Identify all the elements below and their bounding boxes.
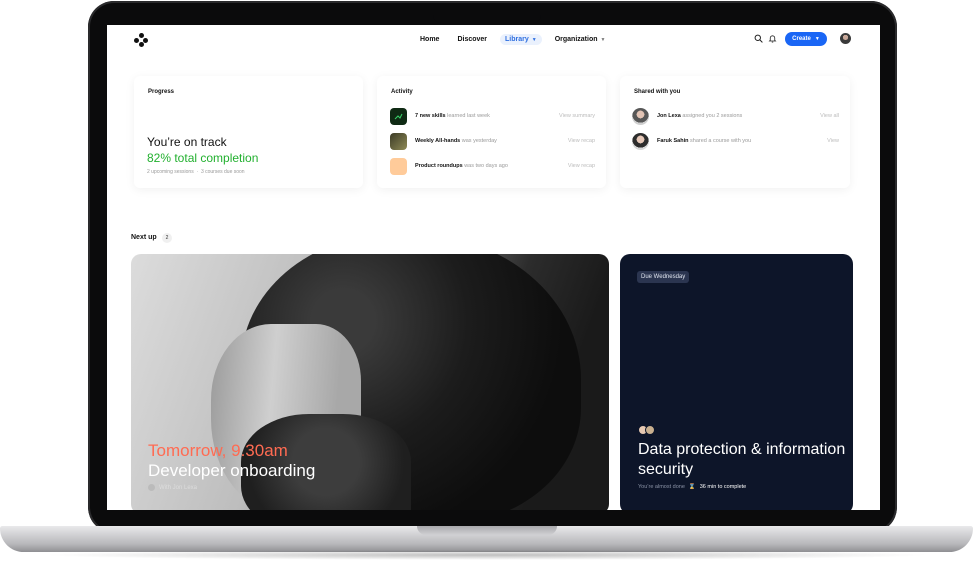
list-item[interactable]: Jon Lexa assigned you 2 sessions View al…: [632, 107, 839, 125]
progress-subtext: 2 upcoming sessions · 3 courses due soon: [147, 169, 245, 175]
avatar: [632, 132, 649, 150]
shared-text: Jon Lexa assigned you 2 sessions: [657, 113, 820, 119]
view-summary-link[interactable]: View summary: [559, 113, 595, 119]
avatar: [148, 484, 155, 491]
nav-library-label: Library: [505, 36, 529, 43]
shared-name: Faruk Sahin: [657, 138, 689, 144]
chevron-down-icon: ▼: [814, 36, 820, 42]
laptop-shadow: [40, 550, 933, 560]
create-button[interactable]: Create ▼: [785, 32, 827, 46]
next-up-count-badge: 2: [162, 233, 172, 243]
activity-strong: Product roundups: [415, 163, 463, 169]
list-item[interactable]: Faruk Sahin shared a course with you Vie…: [632, 132, 839, 150]
roundups-thumbnail: [390, 157, 407, 175]
nav-organization-label: Organization: [554, 36, 598, 43]
all-hands-thumbnail: [390, 132, 407, 150]
list-item[interactable]: 7 new skills learned last week View summ…: [390, 107, 595, 125]
course-card[interactable]: Due Wednesday Data protection & informat…: [620, 254, 853, 510]
bell-icon[interactable]: [768, 34, 777, 43]
nav-discover-label: Discover: [457, 36, 488, 43]
progress-completion: 82% total completion: [147, 151, 259, 165]
activity-text: Product roundups was two days ago: [415, 163, 568, 169]
session-host-label: With Jon Lexa: [159, 484, 198, 491]
list-item[interactable]: Product roundups was two days ago View r…: [390, 157, 595, 175]
course-time-left: 36 min to complete: [699, 484, 747, 490]
search-icon[interactable]: [754, 34, 763, 43]
laptop-base-notch: [417, 526, 557, 535]
skills-thumbnail: [390, 107, 407, 125]
session-host: With Jon Lexa: [148, 484, 197, 491]
nav-library[interactable]: Library ▼: [500, 34, 542, 45]
avatar: [632, 107, 649, 125]
shared-meta: shared a course with you: [690, 138, 752, 144]
activity-meta: was two days ago: [464, 163, 508, 169]
activity-text: 7 new skills learned last week: [415, 113, 559, 119]
course-meta: You’re almost done ⌛ 36 min to complete: [638, 484, 746, 490]
chevron-down-icon: ▼: [600, 37, 606, 43]
nav-organization[interactable]: Organization ▼: [550, 34, 611, 45]
shared-card: Shared with you Jon Lexa assigned you 2 …: [620, 76, 850, 188]
session-time: Tomorrow, 9.30am: [148, 441, 288, 460]
chevron-down-icon: ▼: [531, 37, 537, 43]
hourglass-icon: ⌛: [688, 484, 696, 490]
shared-name: Jon Lexa: [657, 113, 681, 119]
activity-card: Activity 7 new skills learned last week …: [377, 76, 606, 188]
list-item[interactable]: Weekly All-hands was yesterday View reca…: [390, 132, 595, 150]
upcoming-sessions: 2 upcoming sessions: [147, 169, 194, 175]
activity-meta: learned last week: [447, 113, 490, 119]
progress-card: Progress You’re on track 82% total compl…: [134, 76, 363, 188]
shared-card-title: Shared with you: [634, 89, 681, 95]
activity-strong: 7 new skills: [415, 113, 446, 119]
next-up-heading: Next up: [131, 234, 157, 241]
view-all-link[interactable]: View all: [820, 113, 839, 119]
course-title: Data protection & information security: [638, 441, 846, 478]
app-screen: Home Discover Library ▼ Organization ▼ Cre…: [107, 25, 880, 510]
feature-session-card[interactable]: Tomorrow, 9.30am Developer onboarding Wi…: [131, 254, 609, 510]
progress-status: You’re on track: [147, 135, 227, 149]
nav-home[interactable]: Home: [415, 34, 444, 45]
view-recap-link[interactable]: View recap: [568, 163, 595, 169]
session-title: Developer onboarding: [148, 461, 316, 480]
activity-meta: was yesterday: [461, 138, 497, 144]
nav-links: Home Discover Library ▼ Organization ▼: [415, 34, 610, 45]
course-avatars: [638, 425, 655, 435]
courses-due: 3 courses due soon: [200, 169, 245, 175]
activity-card-title: Activity: [391, 89, 413, 95]
nav-home-label: Home: [420, 36, 440, 43]
shared-text: Faruk Sahin shared a course with you: [657, 138, 827, 144]
activity-text: Weekly All-hands was yesterday: [415, 138, 568, 144]
create-button-label: Create: [792, 36, 811, 42]
activity-strong: Weekly All-hands: [415, 138, 461, 144]
logo-icon[interactable]: [134, 33, 148, 47]
view-recap-link[interactable]: View recap: [568, 138, 595, 144]
camera-notch: [433, 11, 541, 23]
due-badge: Due Wednesday: [637, 271, 690, 283]
progress-card-title: Progress: [148, 89, 175, 95]
view-link[interactable]: View: [827, 138, 839, 144]
top-navigation: Home Discover Library ▼ Organization ▼ Cre…: [107, 25, 880, 55]
trend-icon: [394, 113, 403, 119]
nav-discover[interactable]: Discover: [452, 34, 492, 45]
avatar: [645, 425, 655, 435]
avatar[interactable]: [840, 33, 851, 44]
shared-meta: assigned you 2 sessions: [682, 113, 743, 119]
course-progress-note: You’re almost done: [638, 484, 685, 490]
